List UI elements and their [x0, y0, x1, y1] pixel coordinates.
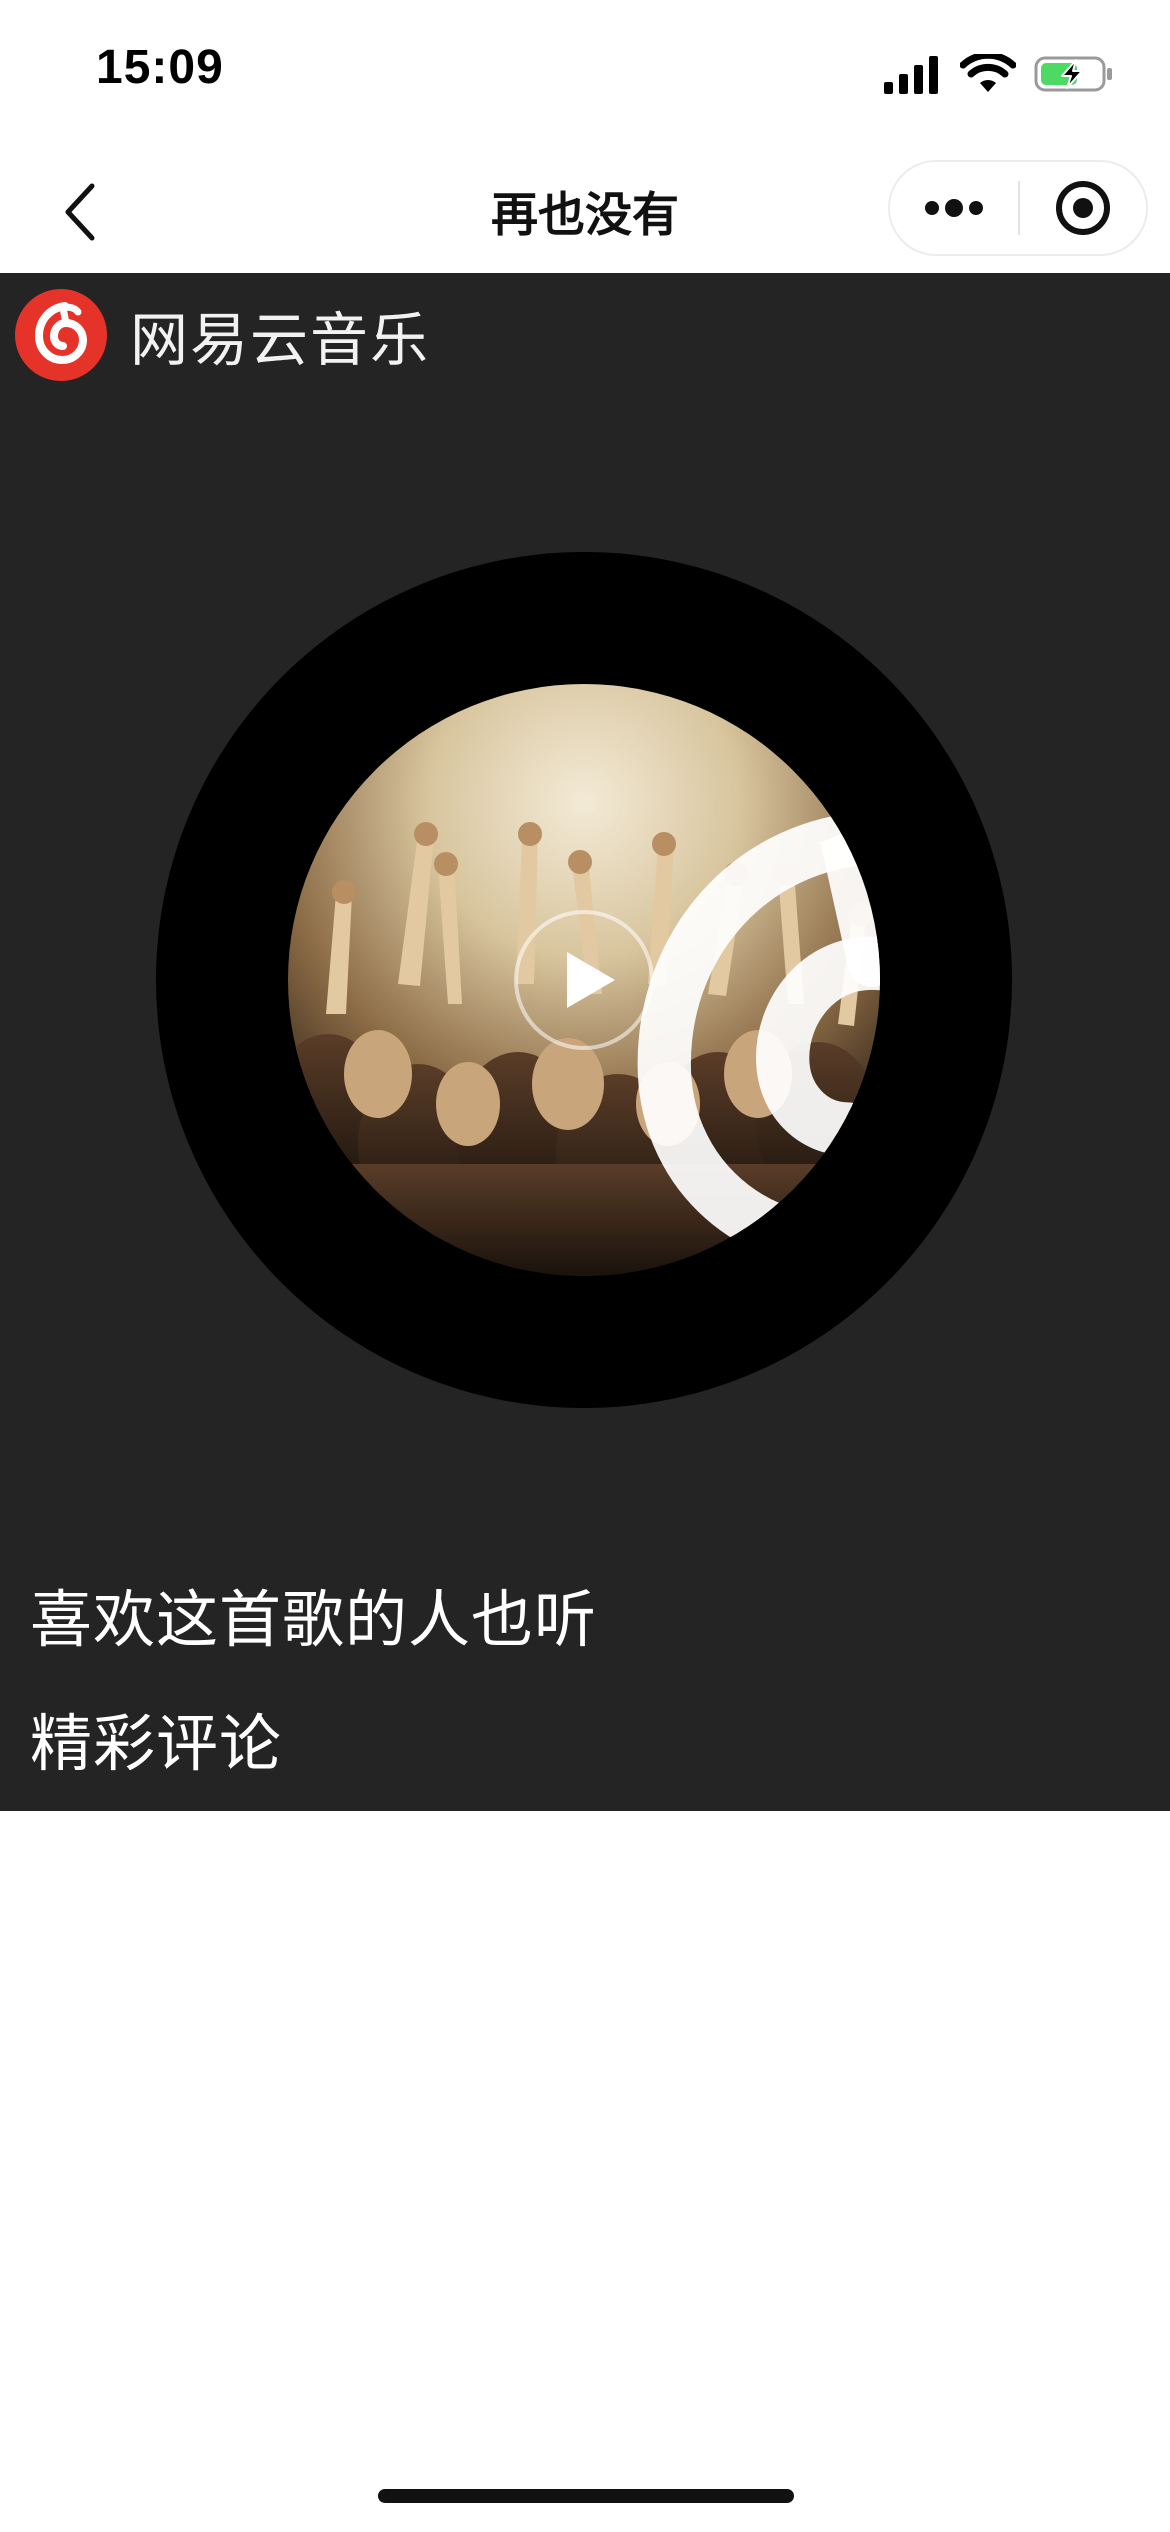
home-indicator — [378, 2489, 794, 2503]
play-icon — [567, 952, 615, 1008]
netease-cloud-music-logo — [15, 289, 107, 381]
wifi-icon — [960, 54, 1016, 92]
status-bar: 15:09 — [0, 0, 1170, 150]
close-mini-program-button[interactable] — [1020, 162, 1146, 254]
battery-charging-icon — [1034, 56, 1112, 92]
brand-name: 网易云音乐 — [130, 308, 431, 373]
music-card: 网易云音乐 喜欢这首歌的人也听 精彩评论 — [0, 273, 1170, 1811]
more-button[interactable] — [890, 162, 1018, 254]
navigation-bar: 再也没有 — [0, 150, 1170, 273]
more-dots-icon — [925, 199, 983, 217]
album-cover[interactable] — [288, 684, 880, 1276]
signal-icon — [884, 56, 938, 94]
status-icons — [882, 52, 1114, 96]
vinyl-disc — [156, 552, 1012, 1408]
play-button[interactable] — [514, 910, 654, 1050]
hot-comments-link[interactable]: 精彩评论 — [30, 1693, 282, 1783]
brand-header: 网易云音乐 — [14, 287, 430, 383]
mini-program-close-icon — [1056, 181, 1110, 235]
similar-listeners-link[interactable]: 喜欢这首歌的人也听 — [30, 1569, 597, 1659]
mini-program-capsule — [888, 160, 1148, 256]
status-time: 15:09 — [96, 41, 224, 94]
